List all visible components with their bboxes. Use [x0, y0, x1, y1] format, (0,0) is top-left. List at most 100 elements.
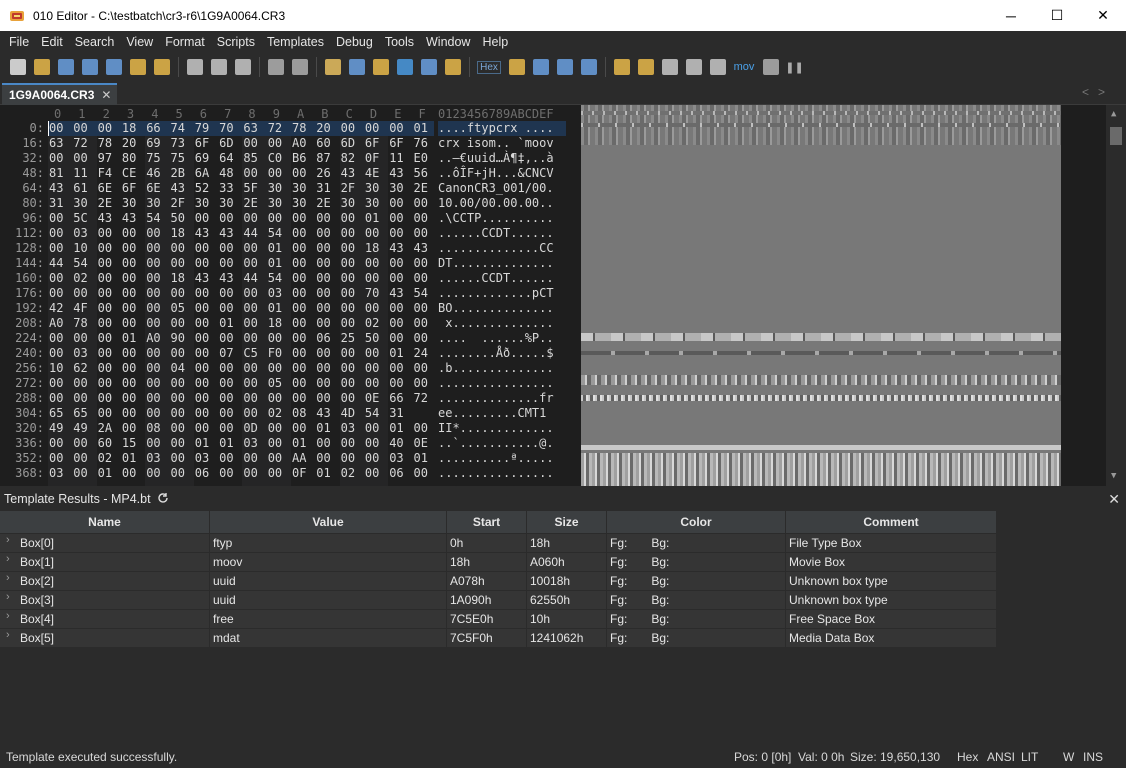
- hex-byte[interactable]: 03: [268, 286, 282, 301]
- hex-byte[interactable]: 0F: [292, 466, 306, 481]
- hex-byte[interactable]: 70: [365, 286, 379, 301]
- hex-byte[interactable]: 00: [49, 346, 63, 361]
- hex-byte[interactable]: 00: [146, 256, 160, 271]
- hex-byte[interactable]: 2F: [171, 196, 185, 211]
- table-row[interactable]: › Box[3] uuid 1A090h 62550h Fg: Bg: Unknown box…: [0, 591, 997, 610]
- script-button[interactable]: [441, 56, 464, 78]
- hex-byte[interactable]: 00: [146, 226, 160, 241]
- hex-byte[interactable]: 54: [414, 286, 428, 301]
- hex-byte[interactable]: 30: [219, 196, 233, 211]
- hex-byte[interactable]: 43: [195, 271, 209, 286]
- redo-button[interactable]: [288, 56, 311, 78]
- hex-byte[interactable]: 66: [389, 391, 403, 406]
- hex-byte[interactable]: 85: [243, 151, 257, 166]
- hex-byte[interactable]: B6: [292, 151, 306, 166]
- tab-scroll-right-icon[interactable]: >: [1098, 85, 1105, 99]
- hex-byte[interactable]: 30: [195, 196, 209, 211]
- ascii-row[interactable]: II*.............: [438, 421, 554, 436]
- hex-byte[interactable]: 00: [98, 241, 112, 256]
- ascii-row[interactable]: ..............fr: [438, 391, 554, 406]
- hex-byte[interactable]: 00: [243, 301, 257, 316]
- hex-byte[interactable]: 00: [292, 226, 306, 241]
- hex-byte[interactable]: 00: [316, 211, 330, 226]
- hex-byte[interactable]: 03: [195, 451, 209, 466]
- hex-byte[interactable]: AA: [292, 451, 306, 466]
- hex-byte[interactable]: 00: [122, 286, 136, 301]
- bookmark-button[interactable]: [634, 56, 657, 78]
- hex-byte[interactable]: 64: [219, 151, 233, 166]
- hex-byte[interactable]: 42: [49, 301, 63, 316]
- hex-byte[interactable]: 18: [171, 226, 185, 241]
- hex-byte[interactable]: 00: [243, 361, 257, 376]
- workspace-button[interactable]: [150, 56, 173, 78]
- hex-byte[interactable]: 00: [122, 361, 136, 376]
- hex-byte[interactable]: 00: [49, 226, 63, 241]
- hex-byte[interactable]: 00: [268, 436, 282, 451]
- hex-byte[interactable]: 43: [219, 226, 233, 241]
- hex-byte[interactable]: 06: [389, 466, 403, 481]
- hex-byte[interactable]: 00: [243, 286, 257, 301]
- hex-byte[interactable]: 00: [414, 301, 428, 316]
- status-encoding[interactable]: ANSI: [987, 750, 1015, 764]
- hex-byte[interactable]: 00: [243, 376, 257, 391]
- hex-byte[interactable]: 00: [146, 241, 160, 256]
- ascii-row[interactable]: ..`...........@.: [438, 436, 554, 451]
- compare-button[interactable]: [658, 56, 681, 78]
- hex-byte[interactable]: 00: [98, 316, 112, 331]
- hex-byte[interactable]: 00: [146, 391, 160, 406]
- paste-button[interactable]: [231, 56, 254, 78]
- hex-byte[interactable]: 40: [389, 436, 403, 451]
- ascii-pane[interactable]: 0123456789ABCDEF ....ftypcrx .... crx iso…: [438, 105, 568, 486]
- hex-byte[interactable]: 49: [73, 421, 87, 436]
- hex-byte[interactable]: 00: [341, 286, 355, 301]
- hex-byte[interactable]: 00: [98, 361, 112, 376]
- hex-byte[interactable]: 00: [341, 376, 355, 391]
- hex-byte[interactable]: 00: [195, 406, 209, 421]
- menu-templates[interactable]: Templates: [261, 35, 330, 49]
- hex-byte[interactable]: 00: [219, 211, 233, 226]
- hex-byte[interactable]: 60: [98, 436, 112, 451]
- hex-byte[interactable]: 00: [98, 286, 112, 301]
- hex-byte[interactable]: 00: [243, 466, 257, 481]
- hex-byte[interactable]: 00: [73, 121, 87, 136]
- hex-byte[interactable]: 78: [73, 316, 87, 331]
- hex-byte[interactable]: 00: [243, 241, 257, 256]
- hex-byte[interactable]: 18: [122, 121, 136, 136]
- hex-byte[interactable]: 03: [73, 346, 87, 361]
- hex-byte[interactable]: 00: [73, 466, 87, 481]
- hex-byte[interactable]: 00: [73, 451, 87, 466]
- ascii-row[interactable]: ................: [438, 466, 554, 481]
- hex-byte[interactable]: 00: [49, 286, 63, 301]
- save-button[interactable]: [54, 56, 77, 78]
- hex-byte[interactable]: E0: [414, 151, 428, 166]
- hex-byte[interactable]: 00: [49, 391, 63, 406]
- vertical-scrollbar[interactable]: ▲ ▼: [1106, 105, 1126, 486]
- hex-byte[interactable]: 75: [171, 151, 185, 166]
- hex-byte[interactable]: 30: [365, 196, 379, 211]
- hex-mode-button[interactable]: Hex: [474, 56, 504, 78]
- hex-byte[interactable]: 08: [146, 421, 160, 436]
- ascii-row[interactable]: ..ôÎF+jH...&CNCV: [438, 166, 554, 181]
- menu-help[interactable]: Help: [476, 35, 514, 49]
- hex-byte[interactable]: 00: [414, 316, 428, 331]
- hex-byte[interactable]: 65: [49, 406, 63, 421]
- hex-byte[interactable]: 00: [389, 301, 403, 316]
- hex-byte[interactable]: 4E: [365, 166, 379, 181]
- hex-byte[interactable]: 00: [268, 136, 282, 151]
- hex-byte[interactable]: 62: [73, 361, 87, 376]
- table-row[interactable]: › Box[2] uuid A078h 10018h Fg: Bg: Unknown box …: [0, 572, 997, 591]
- hex-byte[interactable]: 00: [122, 346, 136, 361]
- hex-byte[interactable]: 00: [268, 166, 282, 181]
- hex-byte[interactable]: 00: [195, 361, 209, 376]
- hex-byte[interactable]: 65: [73, 406, 87, 421]
- hex-byte[interactable]: 00: [219, 286, 233, 301]
- hex-byte[interactable]: 00: [341, 301, 355, 316]
- hex-byte[interactable]: 6D: [219, 136, 233, 151]
- hex-byte[interactable]: 00: [219, 361, 233, 376]
- hex-byte[interactable]: 6E: [146, 181, 160, 196]
- hex-byte[interactable]: 00: [341, 121, 355, 136]
- hex-byte[interactable]: 00: [316, 271, 330, 286]
- hex-byte[interactable]: 03: [389, 451, 403, 466]
- hex-byte[interactable]: 31: [316, 181, 330, 196]
- hex-byte[interactable]: 00: [98, 331, 112, 346]
